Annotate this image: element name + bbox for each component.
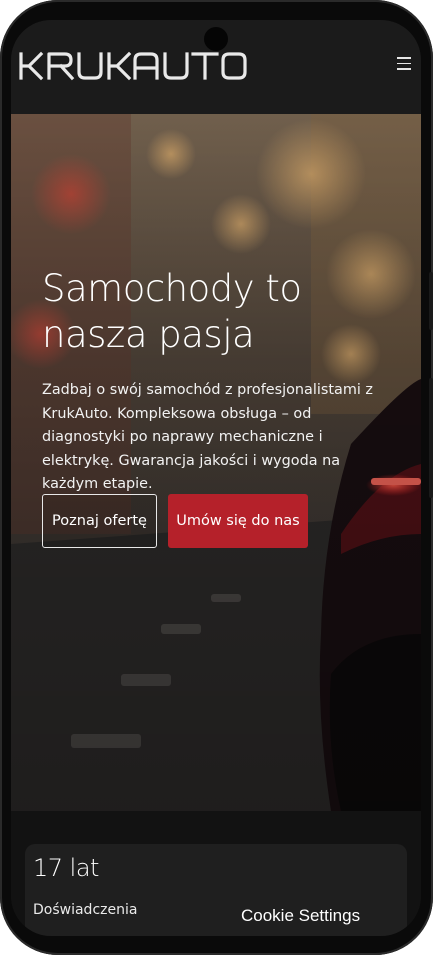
volume-button [429,272,433,330]
hero-section: Samochody to nasza pasja Zadbaj o swój s… [11,114,421,811]
power-button [429,378,433,498]
phone-frame: Samochody to nasza pasja Zadbaj o swój s… [0,0,433,955]
screen: Samochody to nasza pasja Zadbaj o swój s… [11,20,421,936]
stat-value: 17 lat [33,854,99,882]
krukauto-logo[interactable] [17,46,247,84]
cookie-settings-button[interactable]: Cookie Settings [241,906,360,926]
hero-description: Zadbaj o swój samochód z profesjonalista… [42,382,373,492]
offer-button[interactable]: Poznaj ofertę [42,494,157,548]
front-camera [204,27,228,51]
stat-label: Doświadczenia [33,902,138,918]
hero-title: Samochody to nasza pasja [42,267,302,356]
hamburger-menu-icon[interactable] [397,57,411,71]
book-appointment-button[interactable]: Umów się do nas [168,494,308,548]
